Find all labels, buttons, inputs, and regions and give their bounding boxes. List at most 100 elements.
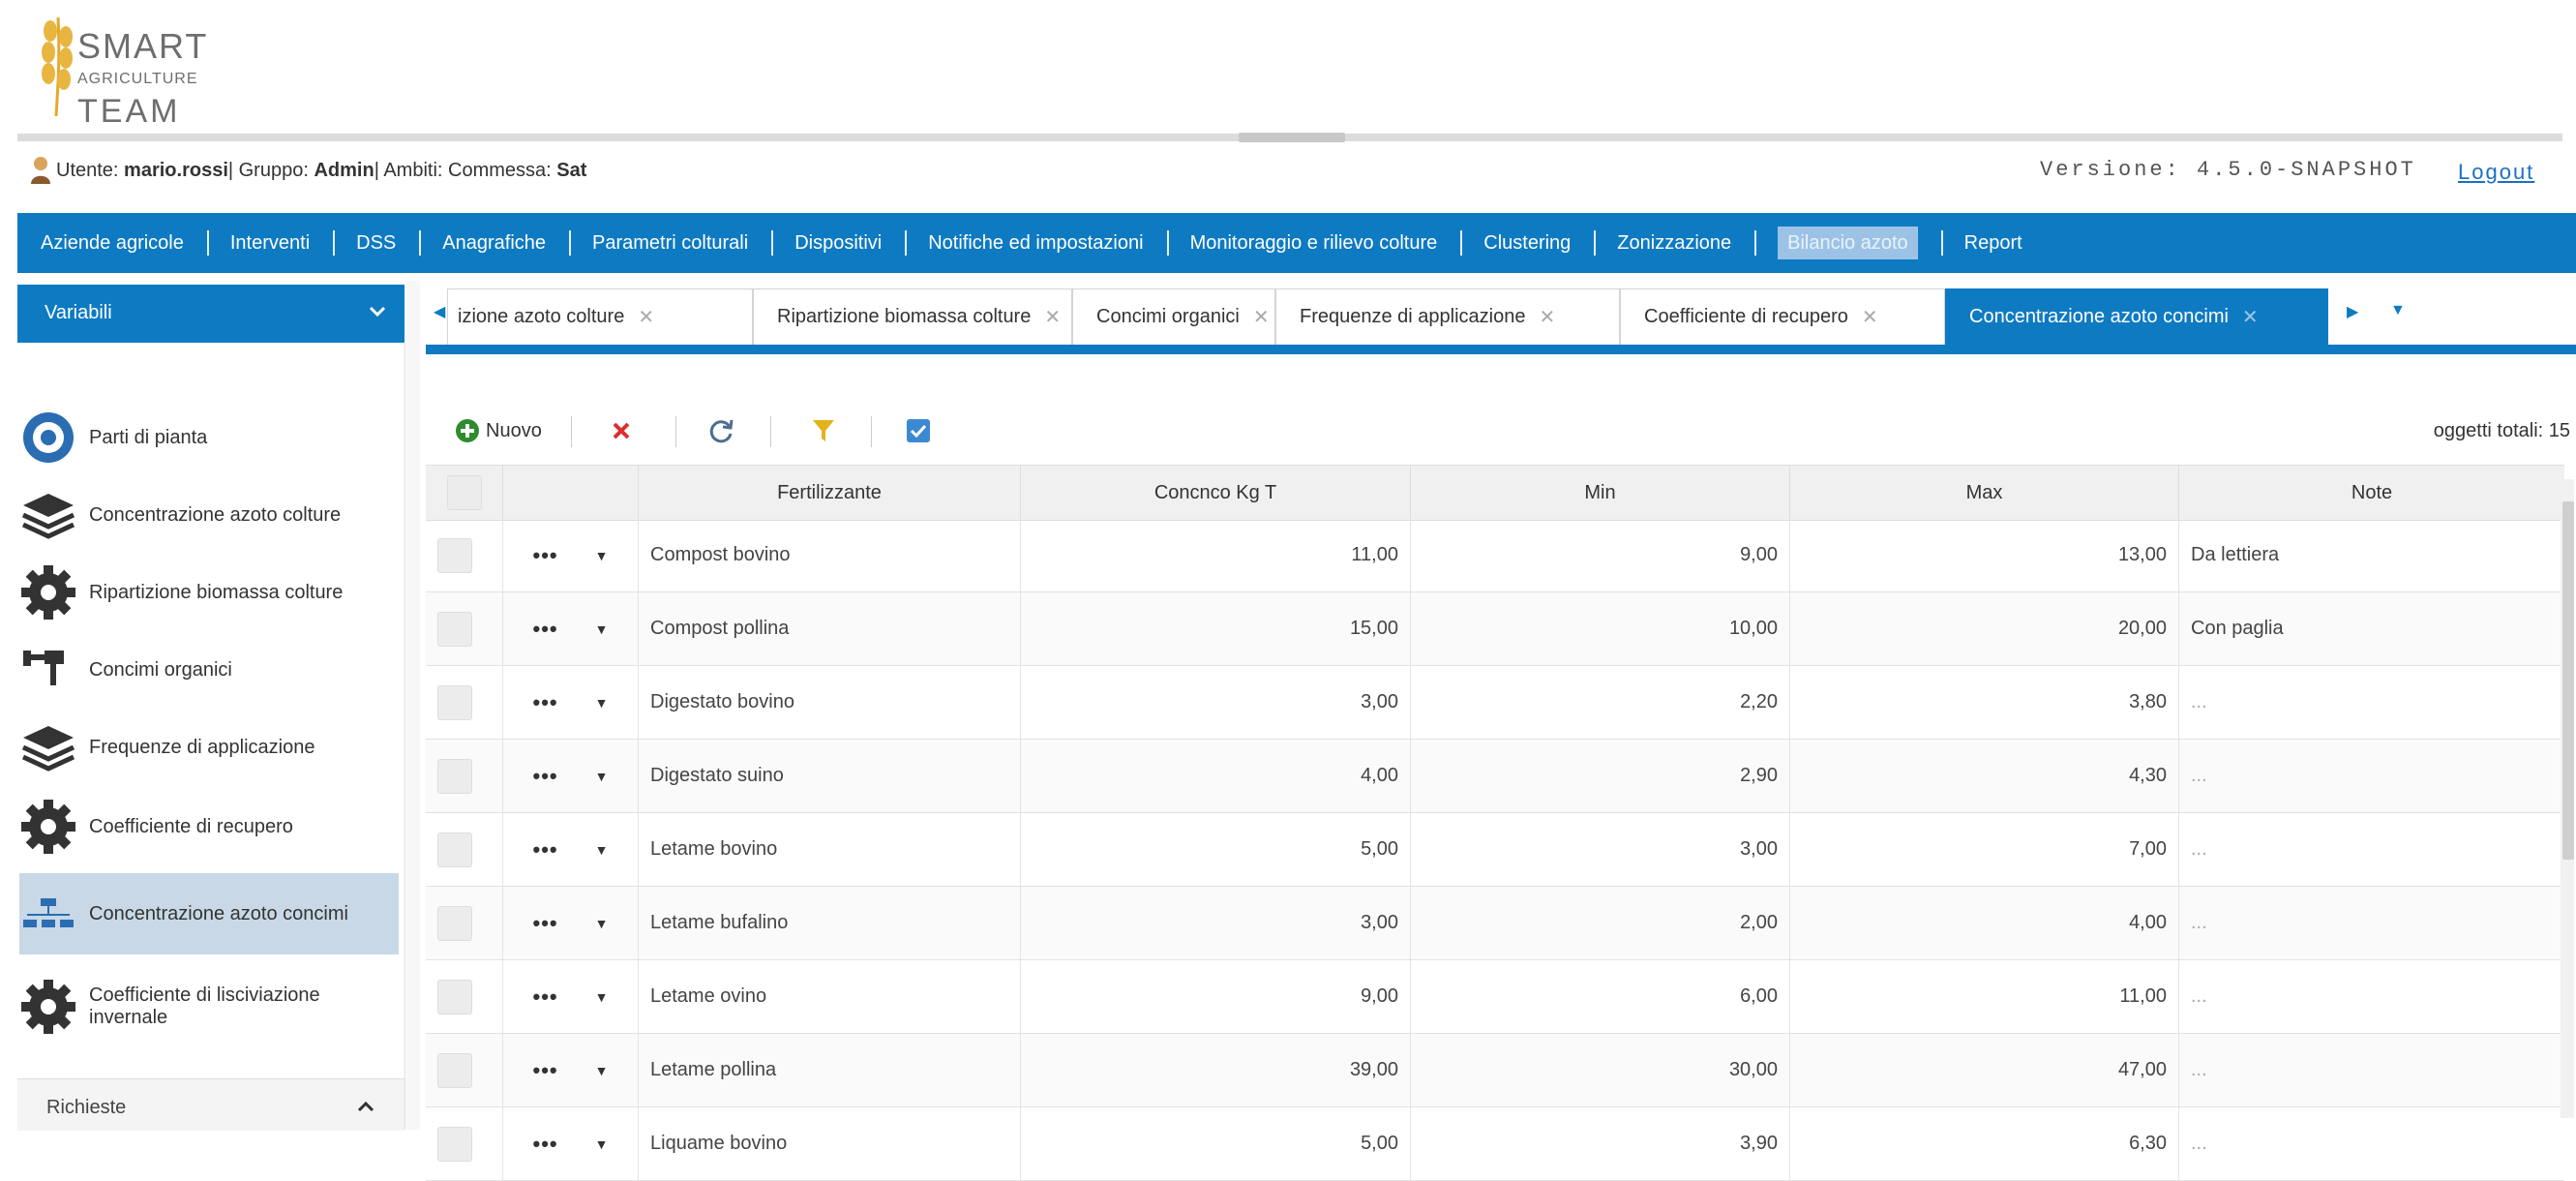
sidebar-item-concentrazione-azoto-colture[interactable]: Concentrazione azoto colture	[19, 474, 399, 556]
row-more-actions-icon[interactable]: •••	[533, 617, 558, 642]
header-splitter-handle[interactable]	[1239, 133, 1345, 142]
nav-aziende-agricole[interactable]: Aziende agricole	[17, 213, 207, 273]
cell-fertilizzante[interactable]: Digestato bovino	[639, 666, 1021, 739]
sidebar-item-coefficiente-lisciviazione[interactable]: Coefficiente di lisciviazione invernale	[19, 966, 399, 1047]
tab-concimi-organici[interactable]: Concimi organici ✕	[1072, 288, 1275, 345]
cell-fertilizzante[interactable]: Compost pollina	[639, 592, 1021, 665]
cell-fertilizzante[interactable]: Digestato suino	[639, 740, 1021, 812]
table-row[interactable]: ••• ▼ Letame ovino 9,00 6,00 11,00...	[426, 960, 2564, 1034]
cell-max[interactable]: 6,30	[1790, 1107, 2179, 1180]
cell-concnco[interactable]: 15,00	[1021, 592, 1411, 665]
nav-interventi[interactable]: Interventi	[206, 213, 333, 273]
nav-report[interactable]: Report	[1940, 213, 2046, 273]
cell-concnco[interactable]: 39,00	[1021, 1034, 1411, 1106]
cell-fertilizzante[interactable]: Compost bovino	[639, 519, 1021, 591]
sidebar-item-ripartizione-biomassa-colture[interactable]: Ripartizione biomassa colture	[19, 552, 399, 633]
tab-ripartizione-azoto-colture[interactable]: izione azoto colture ✕	[447, 288, 753, 345]
nav-zonizzazione[interactable]: Zonizzazione	[1594, 213, 1754, 273]
cell-note[interactable]: Da lettiera	[2179, 519, 2564, 591]
header-concnco[interactable]: Concnco Kg T	[1021, 466, 1411, 520]
row-expand-caret-icon[interactable]: ▼	[595, 842, 609, 858]
close-tab-icon[interactable]: ✕	[2242, 305, 2259, 329]
grid-scrollbar-thumb[interactable]	[2562, 501, 2574, 860]
cell-note[interactable]: ...	[2179, 960, 2564, 1033]
row-more-actions-icon[interactable]: •••	[533, 1132, 558, 1157]
cell-min[interactable]: 3,00	[1411, 813, 1790, 886]
row-more-actions-icon[interactable]: •••	[533, 690, 558, 715]
filter-button[interactable]	[811, 409, 836, 453]
row-expand-caret-icon[interactable]: ▼	[595, 548, 609, 563]
delete-button[interactable]	[610, 409, 633, 453]
nav-clustering[interactable]: Clustering	[1460, 213, 1594, 273]
row-expand-caret-icon[interactable]: ▼	[595, 621, 609, 637]
cell-max[interactable]: 3,80	[1790, 666, 2179, 739]
row-checkbox[interactable]	[437, 1052, 472, 1088]
nav-dss[interactable]: DSS	[333, 213, 419, 273]
cell-note[interactable]: ...	[2179, 1034, 2564, 1106]
tabs-scroll-left-icon[interactable]: ◀	[434, 302, 445, 321]
header-note[interactable]: Note	[2179, 466, 2564, 520]
nav-monitoraggio[interactable]: Monitoraggio e rilievo colture	[1166, 213, 1461, 273]
cell-fertilizzante[interactable]: Liquame bovino	[639, 1107, 1021, 1180]
table-row[interactable]: ••• ▼ Digestato suino 4,00 2,90 4,30...	[426, 740, 2564, 813]
new-button[interactable]: Nuovo	[455, 409, 542, 453]
nav-notifiche[interactable]: Notifiche ed impostazioni	[905, 213, 1166, 273]
row-checkbox[interactable]	[437, 611, 472, 647]
nav-bilancio-azoto[interactable]: Bilancio azoto	[1754, 213, 1941, 273]
row-more-actions-icon[interactable]: •••	[533, 543, 558, 568]
header-fertilizzante[interactable]: Fertilizzante	[639, 466, 1021, 520]
header-min[interactable]: Min	[1411, 466, 1790, 520]
select-all-button[interactable]	[906, 409, 931, 453]
cell-min[interactable]: 2,00	[1411, 887, 1790, 959]
cell-min[interactable]: 30,00	[1411, 1034, 1790, 1106]
row-expand-caret-icon[interactable]: ▼	[595, 769, 609, 784]
tab-coefficiente-di-recupero[interactable]: Coefficiente di recupero ✕	[1620, 288, 1945, 345]
cell-max[interactable]: 20,00	[1790, 592, 2179, 665]
sidebar-item-concimi-organici[interactable]: Concimi organici	[19, 629, 399, 711]
close-tab-icon[interactable]: ✕	[638, 305, 654, 329]
row-expand-caret-icon[interactable]: ▼	[595, 1063, 609, 1078]
sidebar-header-variabili[interactable]: Variabili	[17, 285, 404, 343]
row-expand-caret-icon[interactable]: ▼	[595, 695, 609, 711]
sidebar-splitter[interactable]	[406, 281, 420, 1130]
cell-concnco[interactable]: 5,00	[1021, 1107, 1411, 1180]
cell-max[interactable]: 47,00	[1790, 1034, 2179, 1106]
sidebar-item-frequenze-di-applicazione[interactable]: Frequenze di applicazione	[19, 707, 399, 788]
cell-min[interactable]: 3,90	[1411, 1107, 1790, 1180]
cell-concnco[interactable]: 11,00	[1021, 519, 1411, 591]
row-checkbox[interactable]	[437, 905, 472, 941]
select-all-checkbox[interactable]	[446, 475, 482, 510]
row-more-actions-icon[interactable]: •••	[533, 837, 558, 863]
cell-concnco[interactable]: 3,00	[1021, 666, 1411, 739]
row-more-actions-icon[interactable]: •••	[533, 984, 558, 1010]
tab-frequenze-di-applicazione[interactable]: Frequenze di applicazione ✕	[1275, 288, 1620, 345]
sidebar-section-richieste[interactable]: Richieste	[17, 1078, 404, 1131]
nav-anagrafiche[interactable]: Anagrafiche	[419, 213, 569, 273]
cell-note[interactable]: ...	[2179, 740, 2564, 812]
cell-note[interactable]: ...	[2179, 887, 2564, 959]
row-more-actions-icon[interactable]: •••	[533, 764, 558, 789]
row-checkbox[interactable]	[437, 832, 472, 867]
table-row[interactable]: ••• ▼ Letame bovino 5,00 3,00 7,00...	[426, 813, 2564, 887]
row-checkbox[interactable]	[437, 1126, 472, 1162]
tabs-menu-icon[interactable]: ▼	[2390, 302, 2406, 319]
tabs-scroll-right-icon[interactable]: ▶	[2347, 302, 2358, 321]
cell-min[interactable]: 2,90	[1411, 740, 1790, 812]
row-checkbox[interactable]	[437, 537, 472, 573]
cell-fertilizzante[interactable]: Letame ovino	[639, 960, 1021, 1033]
header-max[interactable]: Max	[1790, 466, 2179, 520]
cell-fertilizzante[interactable]: Letame bufalino	[639, 887, 1021, 959]
cell-note[interactable]: Con paglia	[2179, 592, 2564, 665]
cell-max[interactable]: 4,30	[1790, 740, 2179, 812]
row-checkbox[interactable]	[437, 979, 472, 1014]
chevron-up-icon[interactable]	[354, 1095, 377, 1118]
sidebar-item-parti-di-pianta[interactable]: Parti di pianta	[19, 397, 399, 478]
cell-note[interactable]: ...	[2179, 813, 2564, 886]
close-tab-icon[interactable]: ✕	[1862, 305, 1878, 329]
cell-concnco[interactable]: 5,00	[1021, 813, 1411, 886]
row-checkbox[interactable]	[437, 758, 472, 794]
cell-min[interactable]: 10,00	[1411, 592, 1790, 665]
nav-parametri-colturali[interactable]: Parametri colturali	[569, 213, 771, 273]
table-row[interactable]: ••• ▼ Compost pollina 15,00 10,00 20,00 Con pa…	[426, 592, 2564, 666]
cell-note[interactable]: ...	[2179, 666, 2564, 739]
